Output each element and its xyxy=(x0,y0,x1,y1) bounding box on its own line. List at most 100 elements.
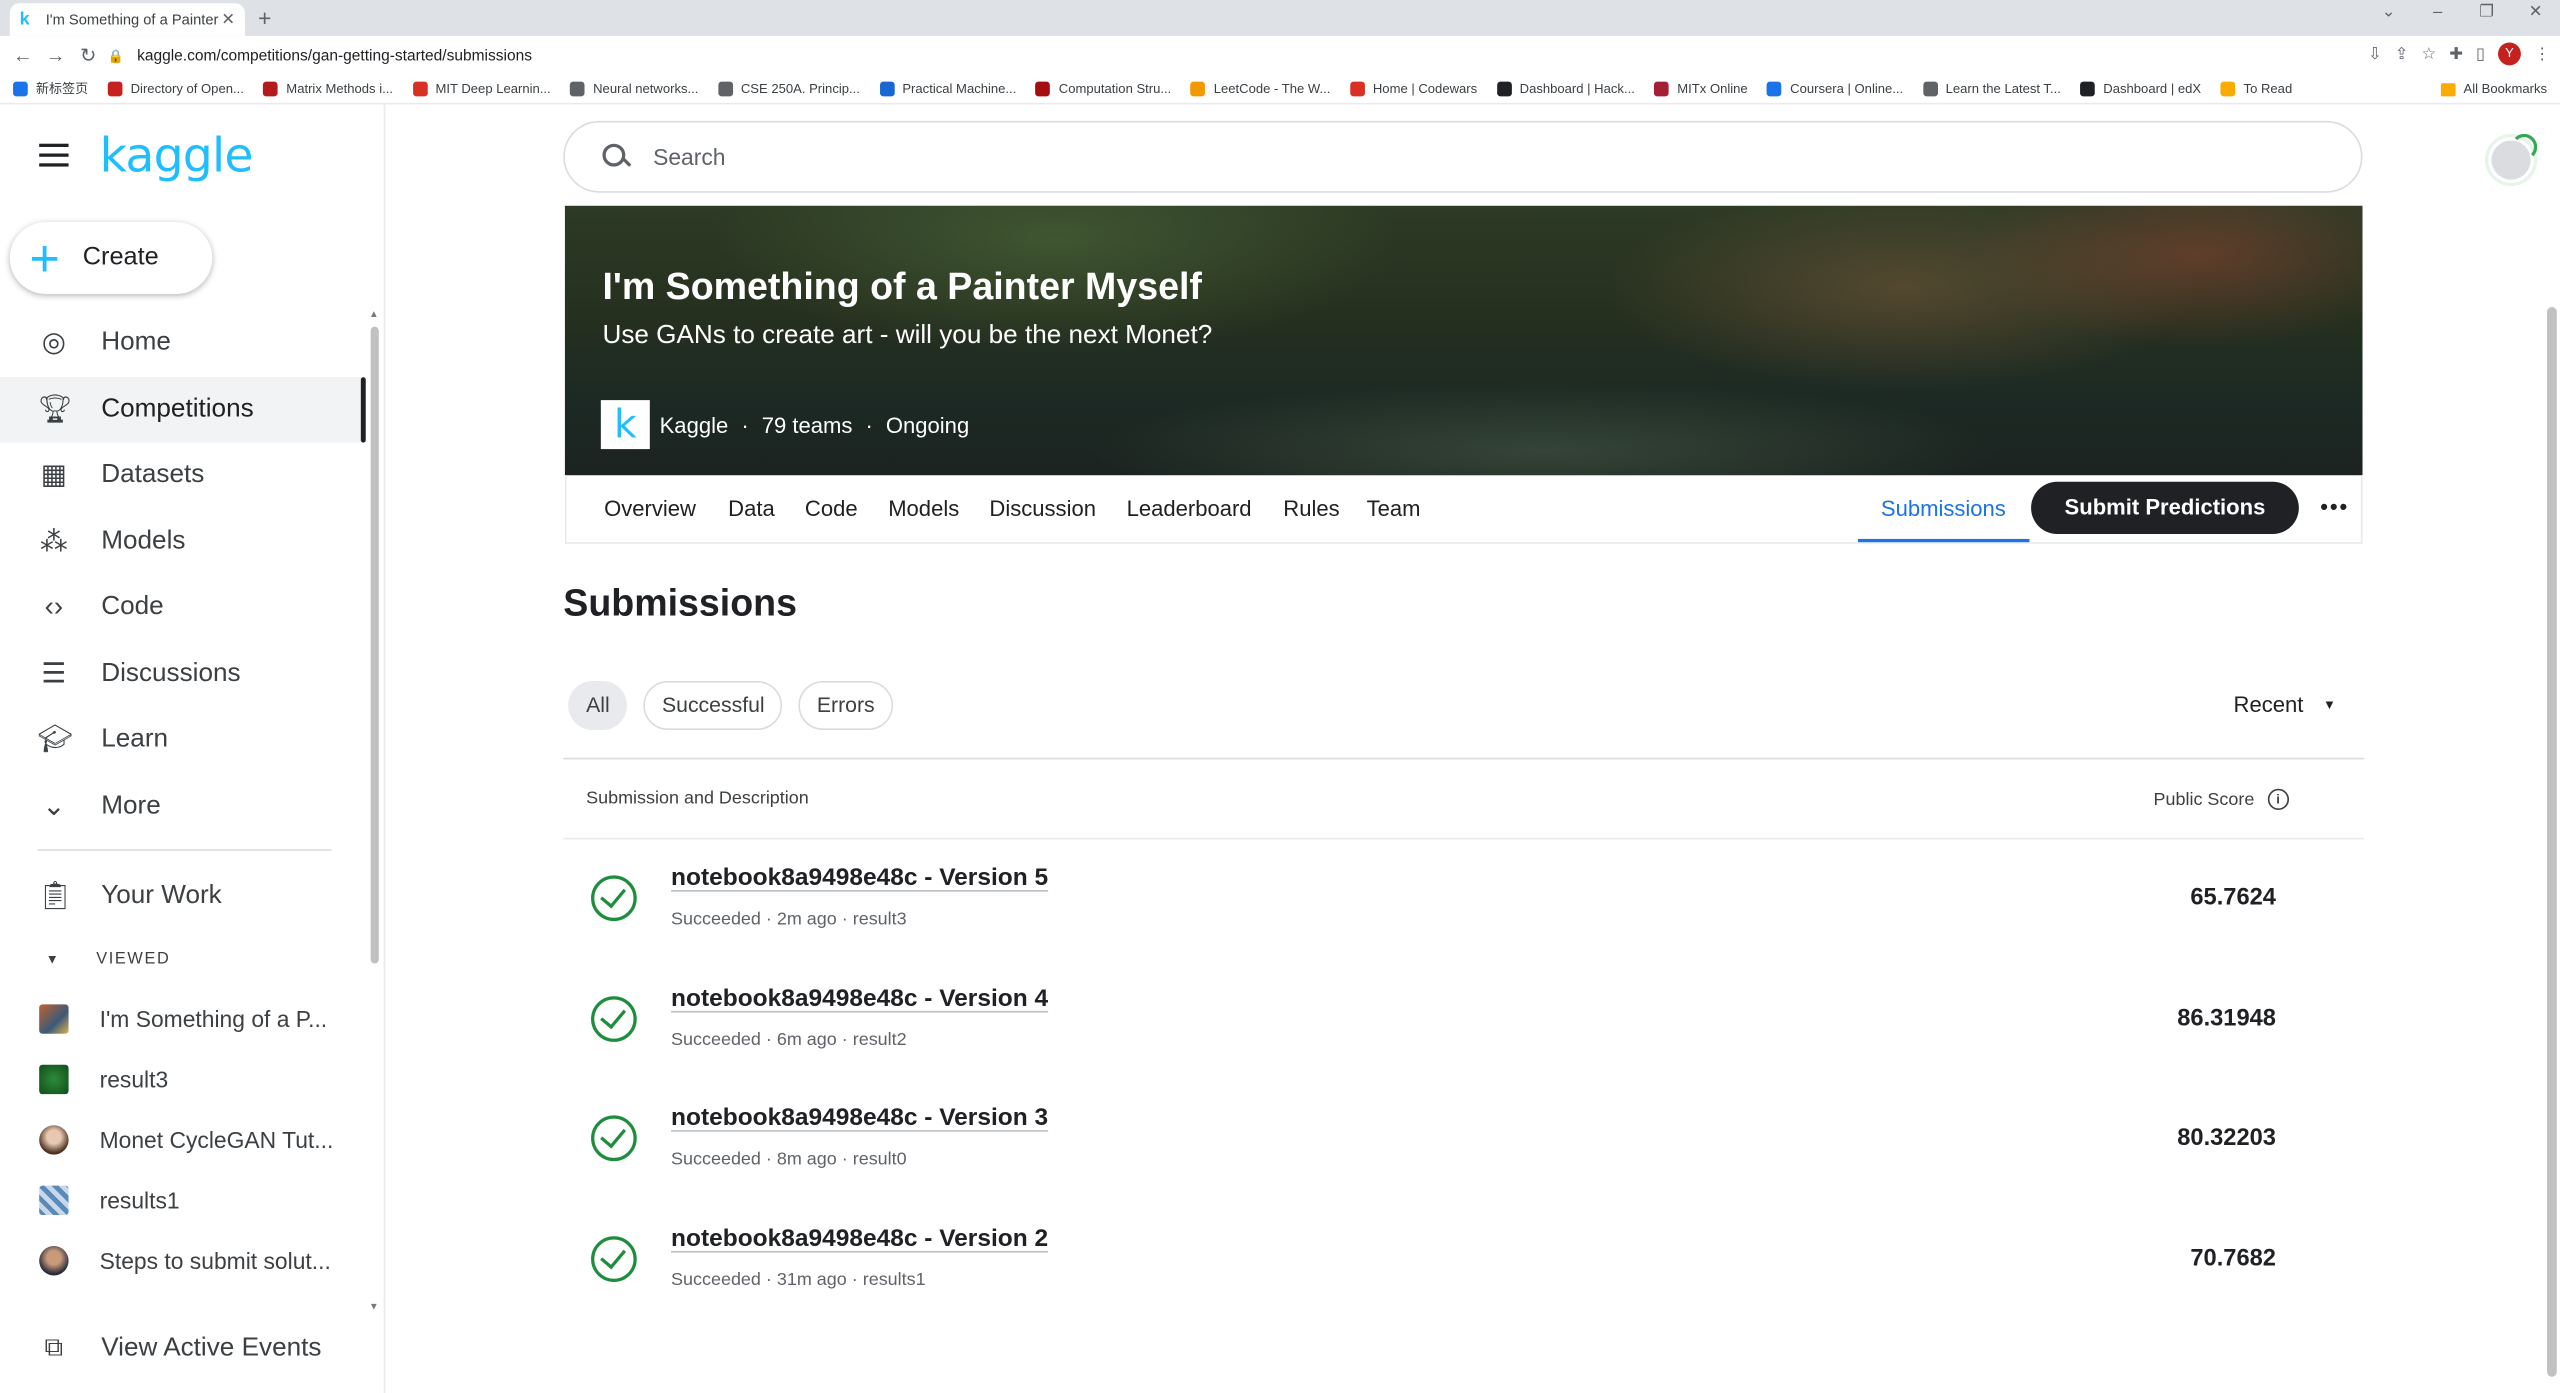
sidebar-item-home[interactable]: ◎ Home xyxy=(0,310,366,376)
scroll-down-icon[interactable]: ▼ xyxy=(369,1303,379,1313)
bookmark-item[interactable]: Home | Codewars xyxy=(1350,81,1477,97)
tab-team[interactable]: Team xyxy=(1367,496,1421,520)
tab-overview[interactable]: Overview xyxy=(604,496,696,520)
install-icon[interactable]: ⇩ xyxy=(2368,45,2382,63)
sidebar-item-learn[interactable]: 🎓︎ Learn xyxy=(0,707,366,773)
close-window-icon[interactable]: ✕ xyxy=(2511,3,2560,21)
viewed-item[interactable]: I'm Something of a P... xyxy=(0,990,366,1050)
bookmark-item[interactable]: To Read xyxy=(2220,81,2292,97)
kaggle-host-logo[interactable]: k xyxy=(600,400,650,450)
minimize-icon[interactable]: – xyxy=(2413,3,2462,21)
tab-models[interactable]: Models xyxy=(888,496,959,520)
bookmark-item[interactable]: Dashboard | Hack... xyxy=(1496,81,1635,97)
page-scrollbar[interactable] xyxy=(2544,209,2557,1385)
viewed-item[interactable]: results1 xyxy=(0,1170,366,1230)
more-options-icon[interactable]: ••• xyxy=(2320,493,2349,519)
kaggle-logo[interactable]: kaggle xyxy=(100,127,254,183)
bookmark-item[interactable]: MITx Online xyxy=(1654,81,1748,97)
bookmark-item[interactable]: CSE 250A. Princip... xyxy=(717,81,860,97)
submission-name[interactable]: notebook8a9498e48c - Version 3 xyxy=(671,1104,1048,1132)
host-name[interactable]: Kaggle xyxy=(660,412,729,436)
tab-search-icon[interactable]: ⌄ xyxy=(2364,3,2413,21)
bookmark-item[interactable]: Coursera | Online... xyxy=(1767,81,1903,97)
bookmark-favicon-icon xyxy=(263,81,279,97)
bookmark-favicon-icon xyxy=(717,81,733,97)
tab-code[interactable]: Code xyxy=(805,496,858,520)
share-icon[interactable]: ⇪ xyxy=(2395,45,2409,63)
extensions-icon[interactable]: ✚ xyxy=(2449,45,2463,63)
filter-all[interactable]: All xyxy=(568,681,628,730)
sidebar-item-discussions[interactable]: ☰ Discussions xyxy=(0,641,366,707)
page-scroll-thumb[interactable] xyxy=(2547,307,2557,1377)
restore-icon[interactable]: ❐ xyxy=(2462,3,2511,21)
sidebar-item-more[interactable]: ⌄ More xyxy=(0,773,366,839)
page-root: k I'm Something of a Painter M ✕ + ⌄ – ❐… xyxy=(0,0,2560,1393)
browser-tab[interactable]: k I'm Something of a Painter M ✕ xyxy=(9,3,245,36)
submission-name[interactable]: notebook8a9498e48c - Version 2 xyxy=(671,1224,1048,1252)
tab-rules[interactable]: Rules xyxy=(1283,496,1339,520)
sidebar-item-datasets[interactable]: ▦ Datasets xyxy=(0,443,366,509)
sidebar-item-label: Competitions xyxy=(101,394,254,423)
bookmark-item[interactable]: MIT Deep Learnin... xyxy=(412,81,551,97)
sidepanel-icon[interactable]: ▯ xyxy=(2476,45,2485,63)
sidebar-item-competitions[interactable]: 🏆︎ Competitions xyxy=(0,376,366,443)
team-count: 79 teams xyxy=(761,412,853,437)
profile-avatar[interactable]: Y xyxy=(2498,42,2521,66)
new-tab-icon[interactable]: + xyxy=(258,5,271,31)
viewed-item[interactable]: Monet CycleGAN Tut... xyxy=(0,1110,366,1170)
scroll-up-icon[interactable]: ▲ xyxy=(369,310,379,320)
tab-leaderboard[interactable]: Leaderboard xyxy=(1127,496,1252,520)
back-icon[interactable]: ← xyxy=(7,44,40,67)
bookmark-item[interactable]: Matrix Methods i... xyxy=(263,81,393,97)
search-bar[interactable]: Search xyxy=(563,120,2363,193)
viewed-item-label: I'm Something of a P... xyxy=(99,1006,328,1033)
sidebar-item-code[interactable]: ‹› Code xyxy=(0,575,366,641)
bookmark-item[interactable]: 新标签页 xyxy=(13,80,88,98)
menu-icon[interactable] xyxy=(39,143,69,167)
submit-predictions-button[interactable]: Submit Predictions xyxy=(2031,481,2299,535)
sidebar-nav: ◎ Home 🏆︎ Competitions ▦ Datasets ⁂ Mode… xyxy=(0,310,366,839)
viewed-item-label: results1 xyxy=(99,1186,180,1214)
sidebar-item-label: Code xyxy=(101,593,164,621)
search-input[interactable]: Search xyxy=(653,144,725,170)
sidebar-item-your-work[interactable]: 📋︎ Your Work xyxy=(0,864,366,930)
tab-data[interactable]: Data xyxy=(728,496,775,520)
viewed-header[interactable]: ▼ VIEWED xyxy=(0,946,170,972)
forward-icon[interactable]: → xyxy=(39,44,72,67)
bookmark-item[interactable]: LeetCode - The W... xyxy=(1190,81,1330,97)
filter-successful[interactable]: Successful xyxy=(644,681,783,730)
dataset-thumbnail xyxy=(39,1065,69,1095)
address-bar[interactable]: 🔒 kaggle.com/competitions/gan-getting-st… xyxy=(108,41,2420,70)
viewed-item[interactable]: Steps to submit solut... xyxy=(0,1230,366,1290)
competition-status: Ongoing xyxy=(885,412,970,437)
filter-errors[interactable]: Errors xyxy=(798,681,893,730)
table-row: notebook8a9498e48c - Version 4 Succeeded… xyxy=(563,959,2364,1079)
close-tab-icon[interactable]: ✕ xyxy=(221,11,235,29)
star-icon[interactable]: ☆ xyxy=(2421,45,2436,63)
view-active-events[interactable]: ⧉ View Active Events xyxy=(0,1323,366,1375)
discussion-icon: ☰ xyxy=(41,657,67,689)
tab-submissions[interactable]: Submissions xyxy=(1881,496,2006,520)
bookmark-item[interactable]: Dashboard | edX xyxy=(2080,81,2201,97)
submission-name[interactable]: notebook8a9498e48c - Version 5 xyxy=(671,864,1048,892)
browser-menu-icon[interactable]: ⋮ xyxy=(2534,45,2550,63)
viewed-item[interactable]: result3 xyxy=(0,1050,366,1110)
user-avatar[interactable] xyxy=(2488,133,2538,183)
bookmark-item[interactable]: Practical Machine... xyxy=(879,81,1016,97)
sidebar-item-models[interactable]: ⁂ Models xyxy=(0,509,366,575)
create-button[interactable]: + Create xyxy=(9,222,213,294)
submission-name[interactable]: notebook8a9498e48c - Version 4 xyxy=(671,984,1048,1012)
public-score: 86.31948 xyxy=(2177,1005,2276,1032)
sidebar-scrollbar[interactable]: ▲ ▼ xyxy=(369,310,379,1392)
lock-icon[interactable]: 🔒 xyxy=(108,48,124,63)
tab-discussion[interactable]: Discussion xyxy=(989,496,1096,520)
sidebar-scroll-thumb[interactable] xyxy=(370,326,379,964)
reload-icon[interactable]: ↻ xyxy=(72,44,105,67)
bookmark-item[interactable]: Directory of Open... xyxy=(107,81,244,97)
bookmark-item[interactable]: Computation Stru... xyxy=(1035,81,1171,97)
all-bookmarks[interactable]: All Bookmarks xyxy=(2440,82,2547,96)
sort-select[interactable]: Recent ▼ xyxy=(2234,692,2336,716)
bookmark-item[interactable]: Learn the Latest T... xyxy=(1922,81,2061,97)
info-icon[interactable]: i xyxy=(2267,788,2289,811)
bookmark-item[interactable]: Neural networks... xyxy=(570,81,698,97)
